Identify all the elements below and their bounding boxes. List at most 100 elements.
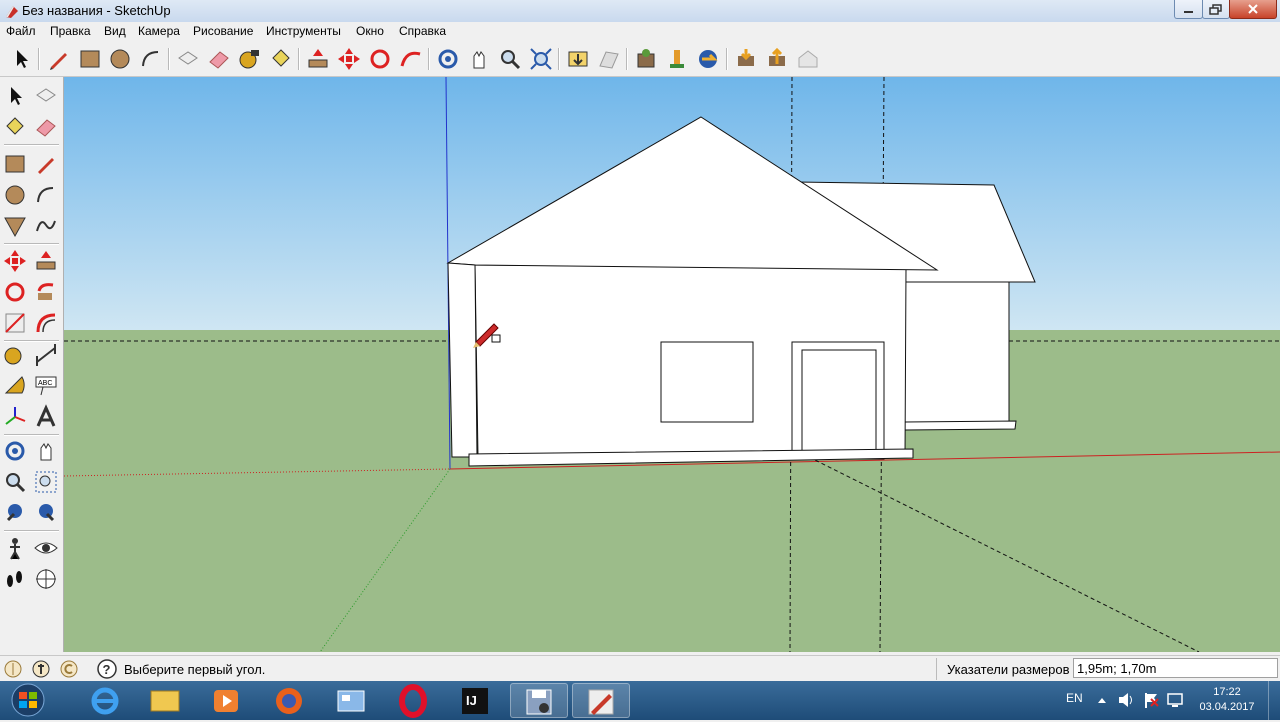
protractor-icon[interactable] — [2, 373, 28, 399]
previous-view-icon[interactable] — [565, 46, 591, 72]
look-around-icon[interactable] — [33, 535, 59, 561]
orbit-icon[interactable] — [435, 46, 461, 72]
offset-icon[interactable] — [33, 310, 59, 336]
eraser-icon[interactable] — [33, 114, 59, 140]
pan-icon[interactable] — [466, 46, 492, 72]
circle-icon[interactable] — [107, 46, 133, 72]
polygon-icon[interactable] — [2, 213, 28, 239]
flag-icon[interactable] — [1142, 691, 1160, 709]
rectangle-icon[interactable] — [2, 151, 28, 177]
pencil-icon[interactable] — [46, 46, 72, 72]
push-pull-icon[interactable] — [305, 46, 331, 72]
previous-icon[interactable] — [2, 500, 28, 526]
zoom-icon[interactable] — [2, 469, 28, 495]
next-view-icon[interactable] — [596, 46, 622, 72]
rotate-icon[interactable] — [367, 46, 393, 72]
select-icon[interactable] — [2, 83, 28, 109]
arc-icon[interactable] — [33, 182, 59, 208]
house-window — [660, 341, 754, 423]
taskbar-save-app[interactable] — [510, 683, 568, 718]
eraser-icon[interactable] — [206, 46, 232, 72]
taskbar-sketchup[interactable] — [572, 683, 630, 718]
push-pull-icon[interactable] — [33, 248, 59, 274]
paint-bucket-icon[interactable] — [268, 46, 294, 72]
measurements-input[interactable]: 1,95m; 1,70m — [1073, 658, 1278, 678]
menu-edit[interactable]: Правка — [50, 24, 91, 38]
freehand-icon[interactable] — [33, 213, 59, 239]
taskbar-ie[interactable] — [76, 683, 134, 718]
move-icon[interactable] — [336, 46, 362, 72]
follow-me-icon[interactable] — [398, 46, 424, 72]
close-button[interactable] — [1229, 0, 1277, 19]
menu-tools[interactable]: Инструменты — [266, 24, 341, 38]
taskbar-explorer[interactable] — [136, 683, 194, 718]
taskbar-media-player[interactable] — [198, 683, 256, 718]
zoom-extents-icon[interactable] — [528, 46, 554, 72]
pencil-icon[interactable] — [33, 151, 59, 177]
move-icon[interactable] — [2, 248, 28, 274]
scale-icon[interactable] — [2, 310, 28, 336]
text-icon[interactable]: ABC — [33, 373, 59, 399]
make-component-icon[interactable] — [33, 83, 59, 109]
taskbar-control-panel[interactable] — [322, 683, 380, 718]
section-plane-icon[interactable] — [33, 566, 59, 592]
share-model-icon[interactable] — [664, 46, 690, 72]
dimension-icon[interactable] — [33, 342, 59, 368]
zoom-icon[interactable] — [497, 46, 523, 72]
geo-location-icon[interactable] — [3, 659, 23, 679]
start-button-icon[interactable] — [4, 682, 52, 719]
clock[interactable]: 17:22 03.04.2017 — [1196, 685, 1258, 715]
opera-icon — [399, 684, 427, 718]
model-viewport[interactable] — [63, 76, 1280, 653]
control-panel-icon — [337, 690, 365, 712]
menu-camera[interactable]: Камера — [138, 24, 180, 38]
share-component-icon[interactable] — [764, 46, 790, 72]
select-icon[interactable] — [8, 46, 34, 72]
taskbar-firefox[interactable] — [260, 683, 318, 718]
extension-warehouse-icon[interactable] — [695, 46, 721, 72]
orbit-icon[interactable] — [2, 438, 28, 464]
axes-icon[interactable] — [2, 404, 28, 430]
taskbar-intellij[interactable]: IJ — [446, 683, 504, 718]
sketchup-icon — [588, 689, 614, 715]
tape-measure-icon[interactable] — [237, 46, 263, 72]
circle-icon[interactable] — [2, 182, 28, 208]
maximize-button[interactable] — [1202, 0, 1230, 19]
menu-draw[interactable]: Рисование — [193, 24, 253, 38]
walk-icon[interactable] — [2, 566, 28, 592]
toolbar-separator — [38, 48, 40, 70]
pan-icon[interactable] — [33, 438, 59, 464]
paint-bucket-icon[interactable] — [2, 114, 28, 140]
clock-time: 17:22 — [1213, 686, 1241, 698]
rectangle-icon[interactable] — [77, 46, 103, 72]
taskbar-opera[interactable] — [384, 683, 442, 718]
zoom-extents-icon[interactable] — [33, 500, 59, 526]
menu-help[interactable]: Справка — [399, 24, 446, 38]
3d-text-icon[interactable] — [33, 404, 59, 430]
show-hidden-icons-icon[interactable] — [1096, 694, 1108, 706]
get-models-icon[interactable] — [633, 46, 659, 72]
make-component-icon[interactable] — [175, 46, 201, 72]
language-indicator[interactable]: EN — [1066, 691, 1083, 705]
minimize-button[interactable] — [1174, 0, 1203, 19]
main-toolbar — [0, 42, 1280, 77]
warehouse-icon[interactable] — [795, 46, 821, 72]
menu-window[interactable]: Окно — [356, 24, 384, 38]
credits-icon[interactable] — [31, 659, 51, 679]
zoom-window-icon[interactable] — [33, 469, 59, 495]
arc-icon[interactable] — [138, 46, 164, 72]
rotate-icon[interactable] — [2, 279, 28, 305]
svg-text:ABC: ABC — [38, 380, 52, 387]
follow-me-icon[interactable] — [33, 279, 59, 305]
volume-icon[interactable] — [1117, 691, 1135, 709]
position-camera-icon[interactable] — [2, 535, 28, 561]
get-components-icon[interactable] — [733, 46, 759, 72]
tape-measure-icon[interactable] — [2, 342, 28, 368]
show-desktop-button[interactable] — [1268, 681, 1280, 720]
viewport-canvas[interactable] — [63, 76, 1280, 653]
account-icon[interactable] — [59, 659, 79, 679]
menu-view[interactable]: Вид — [104, 24, 126, 38]
help-icon[interactable]: ? — [96, 658, 118, 680]
network-icon[interactable] — [1166, 691, 1184, 709]
menu-file[interactable]: Файл — [6, 24, 36, 38]
